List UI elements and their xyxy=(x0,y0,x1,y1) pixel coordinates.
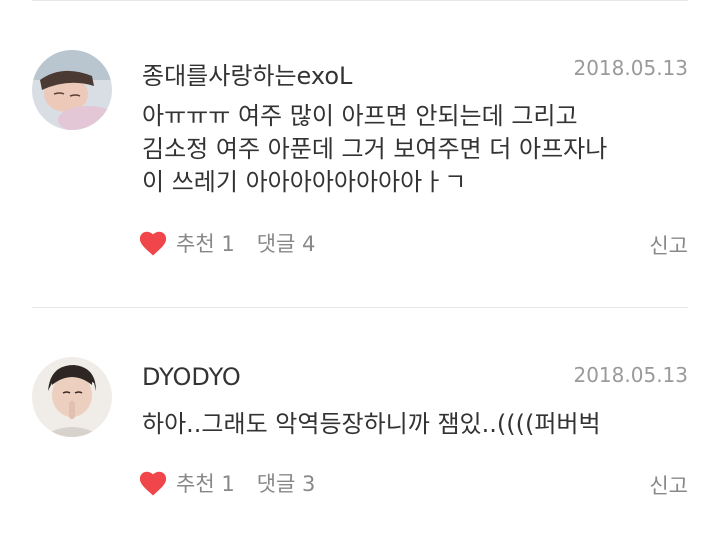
reply-count: 3 xyxy=(302,472,316,496)
reply-label: 댓글 xyxy=(256,232,296,256)
like-label: 추천 xyxy=(176,232,215,256)
like-button[interactable]: 추천 1 xyxy=(176,468,235,498)
comment-item: DYODYO 2018.05.13 하아..그래도 악역등장하니까 잼있..((… xyxy=(0,300,720,540)
avatar[interactable] xyxy=(32,357,112,437)
comment-body: 하아..그래도 악역등장하니까 잼있..((((퍼버벅 xyxy=(142,408,682,441)
heart-icon[interactable] xyxy=(138,229,168,257)
comment-actions: 추천 1 댓글 4 xyxy=(138,228,315,258)
like-button[interactable]: 추천 1 xyxy=(176,228,235,258)
comment-line: 아ㅠㅠㅠ 여주 많이 아프면 안되는데 그리고 xyxy=(142,102,578,130)
comment-line: 김소정 여주 아푼데 그거 보여주면 더 아프자나 xyxy=(142,135,608,163)
like-count: 1 xyxy=(221,232,235,256)
comment-item: 종대를사랑하는exoL 2018.05.13 아ㅠㅠㅠ 여주 많이 아프면 안되… xyxy=(0,0,720,300)
username[interactable]: 종대를사랑하는exoL xyxy=(142,56,352,91)
like-label: 추천 xyxy=(176,472,215,496)
report-button[interactable]: 신고 xyxy=(649,470,688,500)
comment-line: 이 쓰레기 아아아아아아아아ㅏㄱ xyxy=(142,168,467,196)
comment-date: 2018.05.13 xyxy=(573,56,688,80)
comment-body: 아ㅠㅠㅠ 여주 많이 아프면 안되는데 그리고 김소정 여주 아푼데 그거 보여… xyxy=(142,100,682,199)
like-count: 1 xyxy=(221,472,235,496)
reply-count: 4 xyxy=(302,232,316,256)
reply-button[interactable]: 댓글 4 xyxy=(257,228,316,258)
comment-date: 2018.05.13 xyxy=(573,363,688,387)
heart-icon[interactable] xyxy=(138,469,168,497)
comment-actions: 추천 1 댓글 3 xyxy=(138,468,315,498)
reply-button[interactable]: 댓글 3 xyxy=(257,468,316,498)
report-button[interactable]: 신고 xyxy=(649,230,688,260)
comment-line: 하아..그래도 악역등장하니까 잼있..((((퍼버벅 xyxy=(142,410,601,438)
avatar[interactable] xyxy=(32,50,112,130)
username[interactable]: DYODYO xyxy=(142,363,241,391)
reply-label: 댓글 xyxy=(256,472,296,496)
